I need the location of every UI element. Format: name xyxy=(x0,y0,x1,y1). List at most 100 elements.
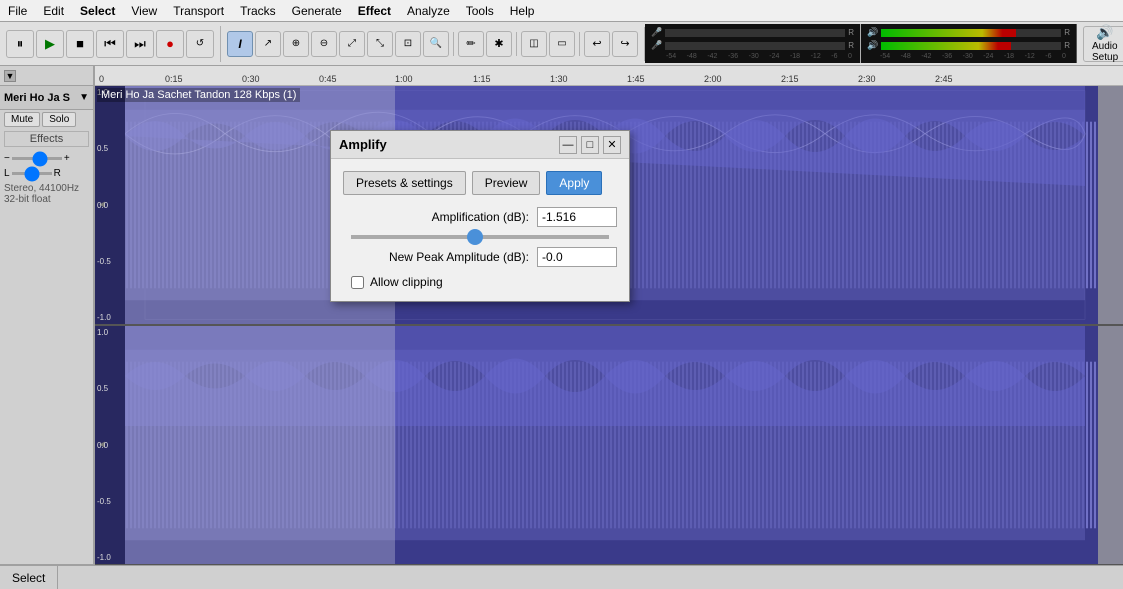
transport-section: ⏸ ▶ ■ ⏮ ⏭ ● ↺ xyxy=(0,26,221,62)
timeline-mark-15: 0:15 xyxy=(165,74,183,84)
pause-button[interactable]: ⏸ xyxy=(6,30,34,58)
track1-label: Meri Ho Ja Sachet Tandon 128 Kbps (1) xyxy=(97,88,300,102)
pan-slider[interactable] xyxy=(12,172,52,175)
amplify-dialog: Amplify — □ ✕ Presets & settings Preview… xyxy=(330,130,630,302)
mute-button[interactable]: Mute xyxy=(4,112,40,127)
zoom-sel-button[interactable]: ⊡ xyxy=(395,31,421,57)
play-button[interactable]: ▶ xyxy=(36,30,64,58)
amplify-slider[interactable] xyxy=(351,235,609,239)
track1-overflow-right xyxy=(1098,86,1123,324)
effects-label[interactable]: Effects xyxy=(4,131,89,147)
dialog-titlebar: Amplify — □ ✕ xyxy=(331,131,629,159)
menu-help[interactable]: Help xyxy=(502,2,543,20)
silence-button[interactable]: ▭ xyxy=(549,31,575,57)
amplification-input[interactable] xyxy=(537,207,617,227)
selection-region-bottom xyxy=(125,326,395,564)
timeline-mark-100: 1:00 xyxy=(395,74,413,84)
fit-project-button[interactable]: ⤢ xyxy=(339,31,365,57)
fit-track-button[interactable]: ⤡ xyxy=(367,31,393,57)
menu-edit[interactable]: Edit xyxy=(35,2,72,20)
track1-header: Meri Ho Ja S ▼ xyxy=(0,86,93,110)
peak-amplitude-row: New Peak Amplitude (dB): xyxy=(343,247,617,267)
timeline-mark-145: 1:45 xyxy=(627,74,645,84)
timeline-mark-215: 2:15 xyxy=(781,74,799,84)
zoom-out-button[interactable]: ⊖ xyxy=(311,31,337,57)
allow-clipping-label: Allow clipping xyxy=(370,275,443,289)
dialog-minimize-button[interactable]: — xyxy=(559,136,577,154)
timeline-mark-45: 0:45 xyxy=(319,74,337,84)
timeline-mark-115: 1:15 xyxy=(473,74,491,84)
menu-file[interactable]: File xyxy=(0,2,35,20)
dialog-window-controls: — □ ✕ xyxy=(559,136,621,154)
dialog-action-row: Presets & settings Preview Apply xyxy=(343,171,617,195)
gain-minus-icon[interactable]: − xyxy=(4,153,10,164)
select-tool-button[interactable]: I xyxy=(227,31,253,57)
menu-tracks[interactable]: Tracks xyxy=(232,2,284,20)
solo-button[interactable]: Solo xyxy=(42,112,76,127)
pan-l-label: L xyxy=(4,168,10,179)
undo-button[interactable]: ↩ xyxy=(584,31,610,57)
menu-tools[interactable]: Tools xyxy=(458,2,502,20)
pan-r-label: R xyxy=(54,168,61,179)
envelope-tool-button[interactable]: ↗ xyxy=(255,31,281,57)
amplification-label: Amplification (dB): xyxy=(343,210,529,224)
snap-toggle[interactable]: ▼ xyxy=(4,70,16,82)
meter-section: 🎤 R 🎤 R -54-48-42-36-30-24-18-12-60 xyxy=(645,24,861,63)
select-button[interactable]: Select xyxy=(0,566,58,589)
track1-bottom-waveform[interactable]: ◄ 1.0 0.5 0.0 -0.5 -1.0 xyxy=(95,325,1123,565)
zoom-toggle-button[interactable]: 🔍 xyxy=(423,31,449,57)
menu-effect[interactable]: Effect xyxy=(350,2,399,20)
amplify-slider-row xyxy=(343,235,617,239)
allow-clipping-checkbox[interactable] xyxy=(351,276,364,289)
menu-analyze[interactable]: Analyze xyxy=(399,2,458,20)
timeline-mark-30: 0:30 xyxy=(242,74,260,84)
menu-generate[interactable]: Generate xyxy=(284,2,350,20)
menu-transport[interactable]: Transport xyxy=(165,2,232,20)
trim-button[interactable]: ◫ xyxy=(521,31,547,57)
amplification-row: Amplification (dB): xyxy=(343,207,617,227)
gain-slider[interactable] xyxy=(12,157,62,160)
menu-view[interactable]: View xyxy=(123,2,165,20)
peak-amplitude-label: New Peak Amplitude (dB): xyxy=(343,250,529,264)
track1-controls: Meri Ho Ja S ▼ Mute Solo Effects − + L R xyxy=(0,86,94,565)
preview-button[interactable]: Preview xyxy=(472,171,541,195)
multi-tool-button[interactable]: ✱ xyxy=(486,31,512,57)
skip-forward-button[interactable]: ⏭ xyxy=(126,30,154,58)
gain-plus-icon[interactable]: + xyxy=(64,153,70,164)
skip-back-button[interactable]: ⏮ xyxy=(96,30,124,58)
redo-button[interactable]: ↪ xyxy=(612,31,638,57)
audio-setup-button[interactable]: 🔊 Audio Setup xyxy=(1083,26,1123,62)
apply-button[interactable]: Apply xyxy=(546,171,602,195)
presets-settings-button[interactable]: Presets & settings xyxy=(343,171,466,195)
timeline-mark-0: 0 xyxy=(99,74,104,84)
peak-amplitude-input[interactable] xyxy=(537,247,617,267)
track2-overflow-right xyxy=(1098,326,1123,564)
playback-meter: 🔊 R 🔊 R -54-48-42-36-30-24-18-12-60 xyxy=(861,24,1077,63)
track1-menu-button[interactable]: ▼ xyxy=(79,92,89,103)
track1-sample-rate: Stereo, 44100Hz xyxy=(4,183,89,194)
track1-left-arrow: ◄ xyxy=(97,200,107,211)
timeline-mark-245: 2:45 xyxy=(935,74,953,84)
timeline-mark-130: 1:30 xyxy=(550,74,568,84)
timeline-ruler-bg: 0 0:15 0:30 0:45 1:00 1:15 1:30 1:45 2:0… xyxy=(95,66,1123,86)
stop-button[interactable]: ■ xyxy=(66,30,94,58)
track-panel: ▼ Meri Ho Ja S ▼ Mute Solo Effects − + L xyxy=(0,66,95,565)
pan-control: L R xyxy=(0,166,93,181)
gain-control: − + xyxy=(0,151,93,166)
effects-section: Effects xyxy=(0,129,93,151)
dialog-maximize-button[interactable]: □ xyxy=(581,136,599,154)
timeline-mark-200: 2:00 xyxy=(704,74,722,84)
menu-select[interactable]: Select xyxy=(72,2,123,20)
loop-button[interactable]: ↺ xyxy=(186,30,214,58)
record-button[interactable]: ● xyxy=(156,30,184,58)
zoom-in-button[interactable]: ⊕ xyxy=(283,31,309,57)
allow-clipping-row: Allow clipping xyxy=(343,275,617,289)
menubar: File Edit Select View Transport Tracks G… xyxy=(0,0,1123,22)
draw-tool-button[interactable]: ✏ xyxy=(458,31,484,57)
dialog-close-button[interactable]: ✕ xyxy=(603,136,621,154)
mute-solo-row: Mute Solo xyxy=(0,110,93,129)
track1-info: Stereo, 44100Hz 32-bit float xyxy=(0,181,93,207)
audio-setup-section: 🔊 Audio Setup ⬆ Share Audio xyxy=(1077,22,1123,66)
bottom-bar: Select xyxy=(0,565,1123,589)
full-toolbar: ⏸ ▶ ■ ⏮ ⏭ ● ↺ I ↗ ⊕ ⊖ ⤢ ⤡ ⊡ 🔍 ✏ ✱ ◫ ▭ ↩ … xyxy=(0,22,1123,66)
